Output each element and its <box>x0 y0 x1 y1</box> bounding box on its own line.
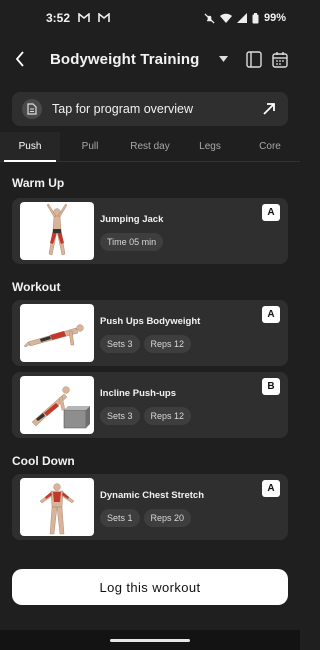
exercise-name: Jumping Jack <box>100 213 164 225</box>
notebook-icon[interactable] <box>244 49 264 69</box>
exercise-thumbnail <box>20 304 94 362</box>
variant-badge[interactable]: A <box>262 480 280 497</box>
exercise-thumbnail <box>20 376 94 434</box>
exercise-name: Incline Push-ups <box>100 387 177 399</box>
overview-label: Tap for program overview <box>52 102 194 116</box>
program-overview-banner[interactable]: Tap for program overview <box>12 92 288 126</box>
reps-chip: Reps 12 <box>143 334 192 353</box>
tab-label: Core <box>259 141 281 152</box>
tab-label: Legs <box>199 141 221 152</box>
back-arrow-icon[interactable] <box>10 47 30 71</box>
exercise-name: Dynamic Chest Stretch <box>100 489 205 501</box>
log-workout-button[interactable]: Log this workout <box>12 569 288 605</box>
exercise-card-dynamic-chest-stretch[interactable]: Dynamic Chest Stretch Sets 1 Reps 20 A <box>12 474 288 540</box>
arrow-up-right-icon <box>260 100 278 118</box>
tab-core[interactable]: Core <box>240 132 300 161</box>
section-title-cooldown: Cool Down <box>12 454 75 468</box>
program-selector[interactable]: Bodyweight Training <box>50 51 238 68</box>
exercise-name: Push Ups Bodyweight <box>100 315 201 327</box>
dropdown-caret-icon <box>218 54 228 64</box>
wifi-icon <box>219 13 232 23</box>
sets-chip: Sets 1 <box>100 508 140 527</box>
section-title-workout: Workout <box>12 280 61 294</box>
exercise-thumbnail <box>20 478 94 536</box>
tab-rest-day[interactable]: Rest day <box>120 132 180 161</box>
page-title: Bodyweight Training <box>50 50 200 68</box>
gmail-icon <box>78 13 90 23</box>
tab-pull[interactable]: Pull <box>60 132 120 161</box>
exercise-card-push-ups[interactable]: Push Ups Bodyweight Sets 3 Reps 12 A <box>12 300 288 366</box>
section-title-warmup: Warm Up <box>12 176 65 190</box>
signal-icon <box>236 13 247 23</box>
variant-badge[interactable]: B <box>262 378 280 395</box>
variant-badge[interactable]: A <box>262 204 280 221</box>
reps-chip: Reps 12 <box>143 406 192 425</box>
status-time: 3:52 <box>46 11 71 25</box>
gmail-icon <box>98 13 110 23</box>
tab-legs[interactable]: Legs <box>180 132 240 161</box>
day-tabs: Push Pull Rest day Legs Core <box>0 132 300 162</box>
sets-chip: Sets 3 <box>100 406 140 425</box>
calendar-icon[interactable] <box>270 49 290 69</box>
sets-chip: Sets 3 <box>100 334 140 353</box>
tab-label: Rest day <box>130 141 170 152</box>
tab-push[interactable]: Push <box>0 132 60 162</box>
app-header: Bodyweight Training <box>0 36 300 82</box>
gesture-handle[interactable] <box>110 639 190 642</box>
status-bar: 3:52 99% <box>0 0 300 36</box>
document-icon <box>22 99 42 119</box>
mute-icon <box>204 12 215 24</box>
exercise-card-incline-push-ups[interactable]: Incline Push-ups Sets 3 Reps 12 B <box>12 372 288 438</box>
tab-label: Push <box>18 141 42 152</box>
tab-label: Pull <box>81 141 99 152</box>
battery-icon <box>252 12 259 24</box>
battery-level: 99% <box>263 12 286 24</box>
variant-badge[interactable]: A <box>262 306 280 323</box>
exercise-card-jumping-jack[interactable]: Jumping Jack Time 05 min A <box>12 198 288 264</box>
exercise-thumbnail <box>20 202 94 260</box>
reps-chip: Reps 20 <box>143 508 192 527</box>
duration-chip: Time 05 min <box>100 232 164 251</box>
